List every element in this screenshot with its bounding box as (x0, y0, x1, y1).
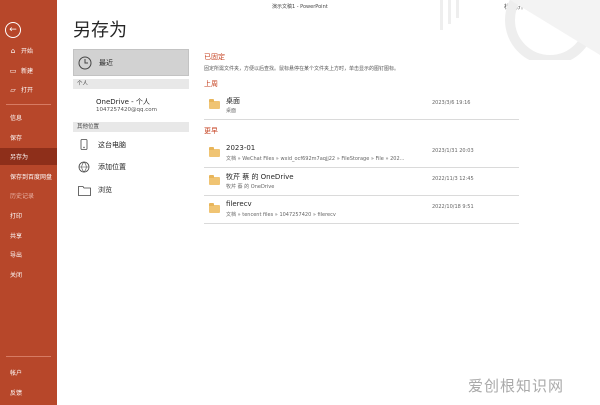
folder-path: 文档 » tencent files » 1047257420 » filere… (226, 212, 336, 218)
folder-path: 文档 » WeChat Files » wxid_ocf692m7aqjj22 … (226, 156, 405, 162)
folder-date: 2022/10/18 9:51 (432, 204, 474, 210)
folder-icon (209, 175, 220, 185)
folder-icon (209, 147, 220, 157)
globe-add-icon (76, 159, 92, 175)
row-divider (204, 195, 519, 196)
folder-row[interactable]: 桌面 桌面 2023/3/6 19:16 (204, 94, 519, 118)
sidebar-item-feedback[interactable]: 反馈 (0, 384, 57, 401)
new-file-icon: ▭ (9, 66, 17, 75)
location-recent[interactable]: 最近 (73, 49, 189, 76)
backstage-sidebar: ← ⌂ 开始 ▭ 新建 ▱ 打开 信息 保存 另存为 保存到百度网盘 历史记录 … (0, 0, 57, 405)
folder-date: 2023/1/31 20:03 (432, 148, 474, 154)
sidebar-item-open[interactable]: ▱ 打开 (0, 81, 57, 98)
sidebar-item-save-to-baidu[interactable]: 保存到百度网盘 (0, 168, 57, 185)
sidebar-item-export[interactable]: 导出 (0, 246, 57, 263)
folder-open-icon: ▱ (10, 85, 16, 94)
folder-icon (209, 99, 220, 109)
sidebar-item-label: 信息 (10, 115, 23, 122)
watermark-text: 爱创根知识网 (468, 377, 565, 395)
document-title: 演示文稿1 - PowerPoint (272, 4, 328, 10)
sidebar-item-info[interactable]: 信息 (0, 109, 57, 126)
folder-name: 牧芹 蔡 的 OneDrive (226, 173, 294, 181)
sidebar-item-label: 历史记录 (10, 193, 35, 200)
sidebar-item-label: 打印 (10, 213, 23, 220)
folder-icon (209, 203, 220, 213)
location-this-pc[interactable]: 这台电脑 (73, 136, 189, 154)
row-divider (204, 119, 519, 120)
location-label: 这台电脑 (98, 141, 126, 149)
sidebar-item-label: 另存为 (10, 154, 29, 161)
pinned-description: 固定所需文件夹，方便以后查找。鼠标悬停在某个文件夹上方时，单击显示的图钉图标。 (204, 66, 400, 72)
group-last-week: 上周 (204, 80, 218, 88)
sidebar-item-new[interactable]: ▭ 新建 (0, 62, 57, 79)
sidebar-item-label: 保存 (10, 135, 23, 142)
folder-path: 桌面 (226, 108, 237, 114)
folder-row[interactable]: filerecv 文档 » tencent files » 1047257420… (204, 198, 519, 222)
sidebar-item-account[interactable]: 帐户 (0, 364, 57, 381)
sidebar-item-save[interactable]: 保存 (0, 129, 57, 146)
location-label: 添加位置 (98, 163, 126, 171)
folder-date: 2022/11/3 12:45 (432, 176, 474, 182)
sidebar-item-label: 新建 (21, 68, 34, 75)
folder-path: 牧芹 蔡 的 OneDrive (226, 184, 275, 190)
row-divider (204, 167, 519, 168)
sidebar-item-label: 反馈 (10, 390, 23, 397)
back-arrow-icon[interactable]: ← (5, 22, 21, 38)
sidebar-item-label: 开始 (21, 48, 34, 55)
folder-row[interactable]: 2023-01 文档 » WeChat Files » wxid_ocf692m… (204, 142, 519, 166)
location-onedrive[interactable]: OneDrive - 个人 (96, 97, 150, 107)
folder-date: 2023/3/6 19:16 (432, 100, 471, 106)
home-icon: ⌂ (10, 46, 16, 55)
clock-icon (77, 55, 93, 71)
folder-row[interactable]: 牧芹 蔡 的 OneDrive 牧芹 蔡 的 OneDrive 2022/11/… (204, 170, 519, 194)
sidebar-item-label: 帐户 (10, 370, 23, 377)
sidebar-item-label: 导出 (10, 252, 23, 259)
row-divider (204, 223, 519, 224)
location-browse[interactable]: 浏览 (73, 181, 189, 199)
group-older: 更早 (204, 127, 218, 135)
onedrive-email: 1047257420@qq.com (96, 107, 157, 113)
sidebar-item-label: 共享 (10, 233, 23, 240)
folder-name: filerecv (226, 200, 252, 208)
section-header-personal: 个人 (73, 79, 189, 89)
computer-icon (76, 137, 92, 153)
location-label: 最近 (99, 58, 113, 67)
section-header-other: 其他位置 (73, 122, 189, 132)
sidebar-divider (6, 356, 51, 357)
page-title: 另存为 (73, 20, 127, 41)
decorative-background-art (440, 0, 600, 60)
sidebar-item-history: 历史记录 (0, 187, 57, 204)
sidebar-item-share[interactable]: 共享 (0, 227, 57, 244)
folder-name: 桌面 (226, 97, 240, 105)
location-label: 浏览 (98, 186, 112, 194)
sidebar-item-close[interactable]: 关闭 (0, 266, 57, 283)
sidebar-item-print[interactable]: 打印 (0, 207, 57, 224)
folder-name: 2023-01 (226, 144, 256, 152)
sidebar-item-label: 保存到百度网盘 (10, 174, 53, 181)
sidebar-item-home[interactable]: ⌂ 开始 (0, 42, 57, 59)
location-add-place[interactable]: 添加位置 (73, 158, 189, 176)
sidebar-divider (6, 104, 51, 105)
sidebar-item-save-as[interactable]: 另存为 (0, 148, 57, 165)
folder-icon (76, 182, 92, 198)
sidebar-item-label: 关闭 (10, 272, 23, 279)
sidebar-item-label: 打开 (21, 87, 34, 94)
group-pinned: 已固定 (204, 53, 225, 61)
